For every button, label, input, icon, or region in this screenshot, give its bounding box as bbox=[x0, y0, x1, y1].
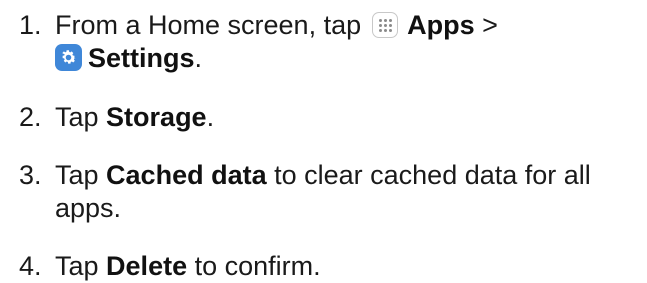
apps-grid-icon bbox=[371, 12, 398, 38]
step-text-segment: > bbox=[474, 10, 498, 40]
step-number: 1. bbox=[19, 10, 42, 40]
step-1-line-2: Settings. bbox=[55, 42, 635, 75]
step-number: 3. bbox=[19, 160, 42, 190]
step-text: From a Home screen, tap Apps > Settings. bbox=[55, 9, 635, 75]
step-text-segment: . bbox=[194, 43, 203, 73]
settings-gear-icon bbox=[55, 44, 82, 71]
settings-label: Settings bbox=[88, 43, 195, 73]
step-text-segment: to confirm. bbox=[187, 251, 321, 281]
step-3-line-2: apps. bbox=[55, 192, 635, 225]
step-text: Tap Delete to confirm. bbox=[55, 250, 635, 283]
step-text-segment: From a Home screen, tap bbox=[55, 10, 369, 40]
step-2-line-1: Tap Storage. bbox=[55, 101, 635, 134]
step-3-line-1: Tap Cached data to clear cached data for… bbox=[55, 159, 635, 192]
step-text-segment: . bbox=[206, 102, 215, 132]
storage-label: Storage bbox=[106, 102, 207, 132]
apps-label: Apps bbox=[407, 10, 475, 40]
step-text: Tap Storage. bbox=[55, 101, 635, 134]
step-text-segment: Tap bbox=[55, 102, 107, 132]
step-number: 2. bbox=[19, 102, 42, 132]
step-text-segment: Tap bbox=[55, 251, 107, 281]
step-text-segment: Tap bbox=[55, 160, 107, 190]
step-1-line-1: From a Home screen, tap Apps > bbox=[55, 9, 635, 42]
delete-label: Delete bbox=[106, 251, 188, 281]
step-text-segment: to clear cached data for all bbox=[266, 160, 591, 190]
step-4-line-1: Tap Delete to confirm. bbox=[55, 250, 635, 283]
cached-data-label: Cached data bbox=[106, 160, 267, 190]
step-text: Tap Cached data to clear cached data for… bbox=[55, 159, 635, 225]
step-number: 4. bbox=[19, 251, 42, 281]
step-text-segment: apps. bbox=[55, 193, 122, 223]
